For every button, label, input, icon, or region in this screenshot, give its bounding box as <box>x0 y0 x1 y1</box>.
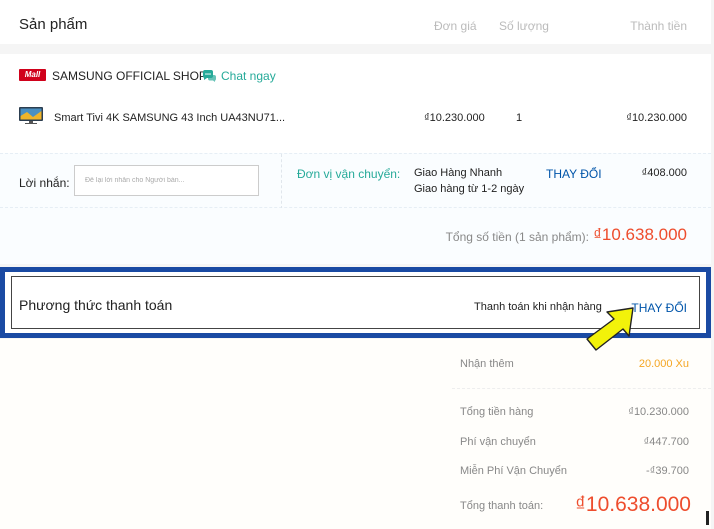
chat-now-button[interactable]: Chat ngay <box>202 69 276 83</box>
free-shipping-value: -₫39.700 <box>646 465 689 477</box>
shop-total-row: Tổng số tiền (1 sản phẩm): ₫10.638.000 <box>0 208 711 264</box>
shop-total-value: ₫10.638.000 <box>593 225 687 244</box>
coins-value: 20.000 Xu <box>638 358 689 370</box>
shipping-eta: Giao hàng từ 1-2 ngày <box>414 183 525 195</box>
shipping-carrier: Giao Hàng Nhanh <box>414 167 503 179</box>
order-summary: Nhận thêm 20.000 Xu Tổng tiền hàng ₫10.2… <box>0 339 711 529</box>
product-unit-price: ₫10.230.000 <box>424 112 485 124</box>
shipping-unit-label: Đơn vị vận chuyển: <box>297 167 401 181</box>
change-payment-button[interactable]: THAY ĐỔI <box>631 301 687 315</box>
product-thumbnail[interactable] <box>19 107 43 124</box>
pointer-arrow-icon <box>586 307 634 351</box>
change-shipping-button[interactable]: THAY ĐỔI <box>546 167 602 181</box>
message-to-seller-input[interactable] <box>74 165 259 196</box>
coins-label: Nhận thêm <box>460 358 514 370</box>
chat-bubble-icon <box>202 70 217 82</box>
divider <box>281 154 282 209</box>
col-line-total: Thành tiền <box>630 19 687 33</box>
chat-now-label: Chat ngay <box>221 69 276 83</box>
grand-total-value: ₫10.638.000 <box>575 493 691 516</box>
products-title: Sản phẩm <box>19 16 88 33</box>
shop-order-block: Mall SAMSUNG OFFICIAL SHOP Chat ngay Sma… <box>0 54 711 264</box>
products-header: Sản phẩm Đơn giá Số lượng Thành tiền <box>0 0 711 44</box>
payment-method-title: Phương thức thanh toán <box>19 297 173 313</box>
grand-total-label: Tổng thanh toán: <box>460 500 544 512</box>
shipping-fee-label: Phí vận chuyển <box>460 436 536 448</box>
message-shipping-row: Lời nhắn: Đơn vị vận chuyển: Giao Hàng N… <box>0 153 711 209</box>
shipping-fee: ₫408.000 <box>641 167 687 179</box>
message-label: Lời nhắn: <box>19 176 70 190</box>
shop-total-label: Tổng số tiền (1 sản phẩm): <box>445 230 589 244</box>
shipping-fee-value: ₫447.700 <box>643 436 689 448</box>
divider <box>452 388 711 389</box>
items-total-label: Tổng tiền hàng <box>460 406 534 418</box>
product-line-total: ₫10.230.000 <box>626 112 687 124</box>
mall-badge: Mall <box>19 69 46 81</box>
items-total-value: ₫10.230.000 <box>628 406 689 418</box>
shop-name[interactable]: SAMSUNG OFFICIAL SHOP <box>52 69 207 83</box>
col-unit-price: Đơn giá <box>434 19 477 33</box>
col-quantity: Số lượng <box>499 19 549 33</box>
free-shipping-label: Miễn Phí Vận Chuyển <box>460 465 568 477</box>
product-name[interactable]: Smart Tivi 4K SAMSUNG 43 Inch UA43NU71..… <box>54 112 285 124</box>
scrollbar-mark <box>706 511 709 525</box>
product-quantity: 1 <box>516 112 523 124</box>
